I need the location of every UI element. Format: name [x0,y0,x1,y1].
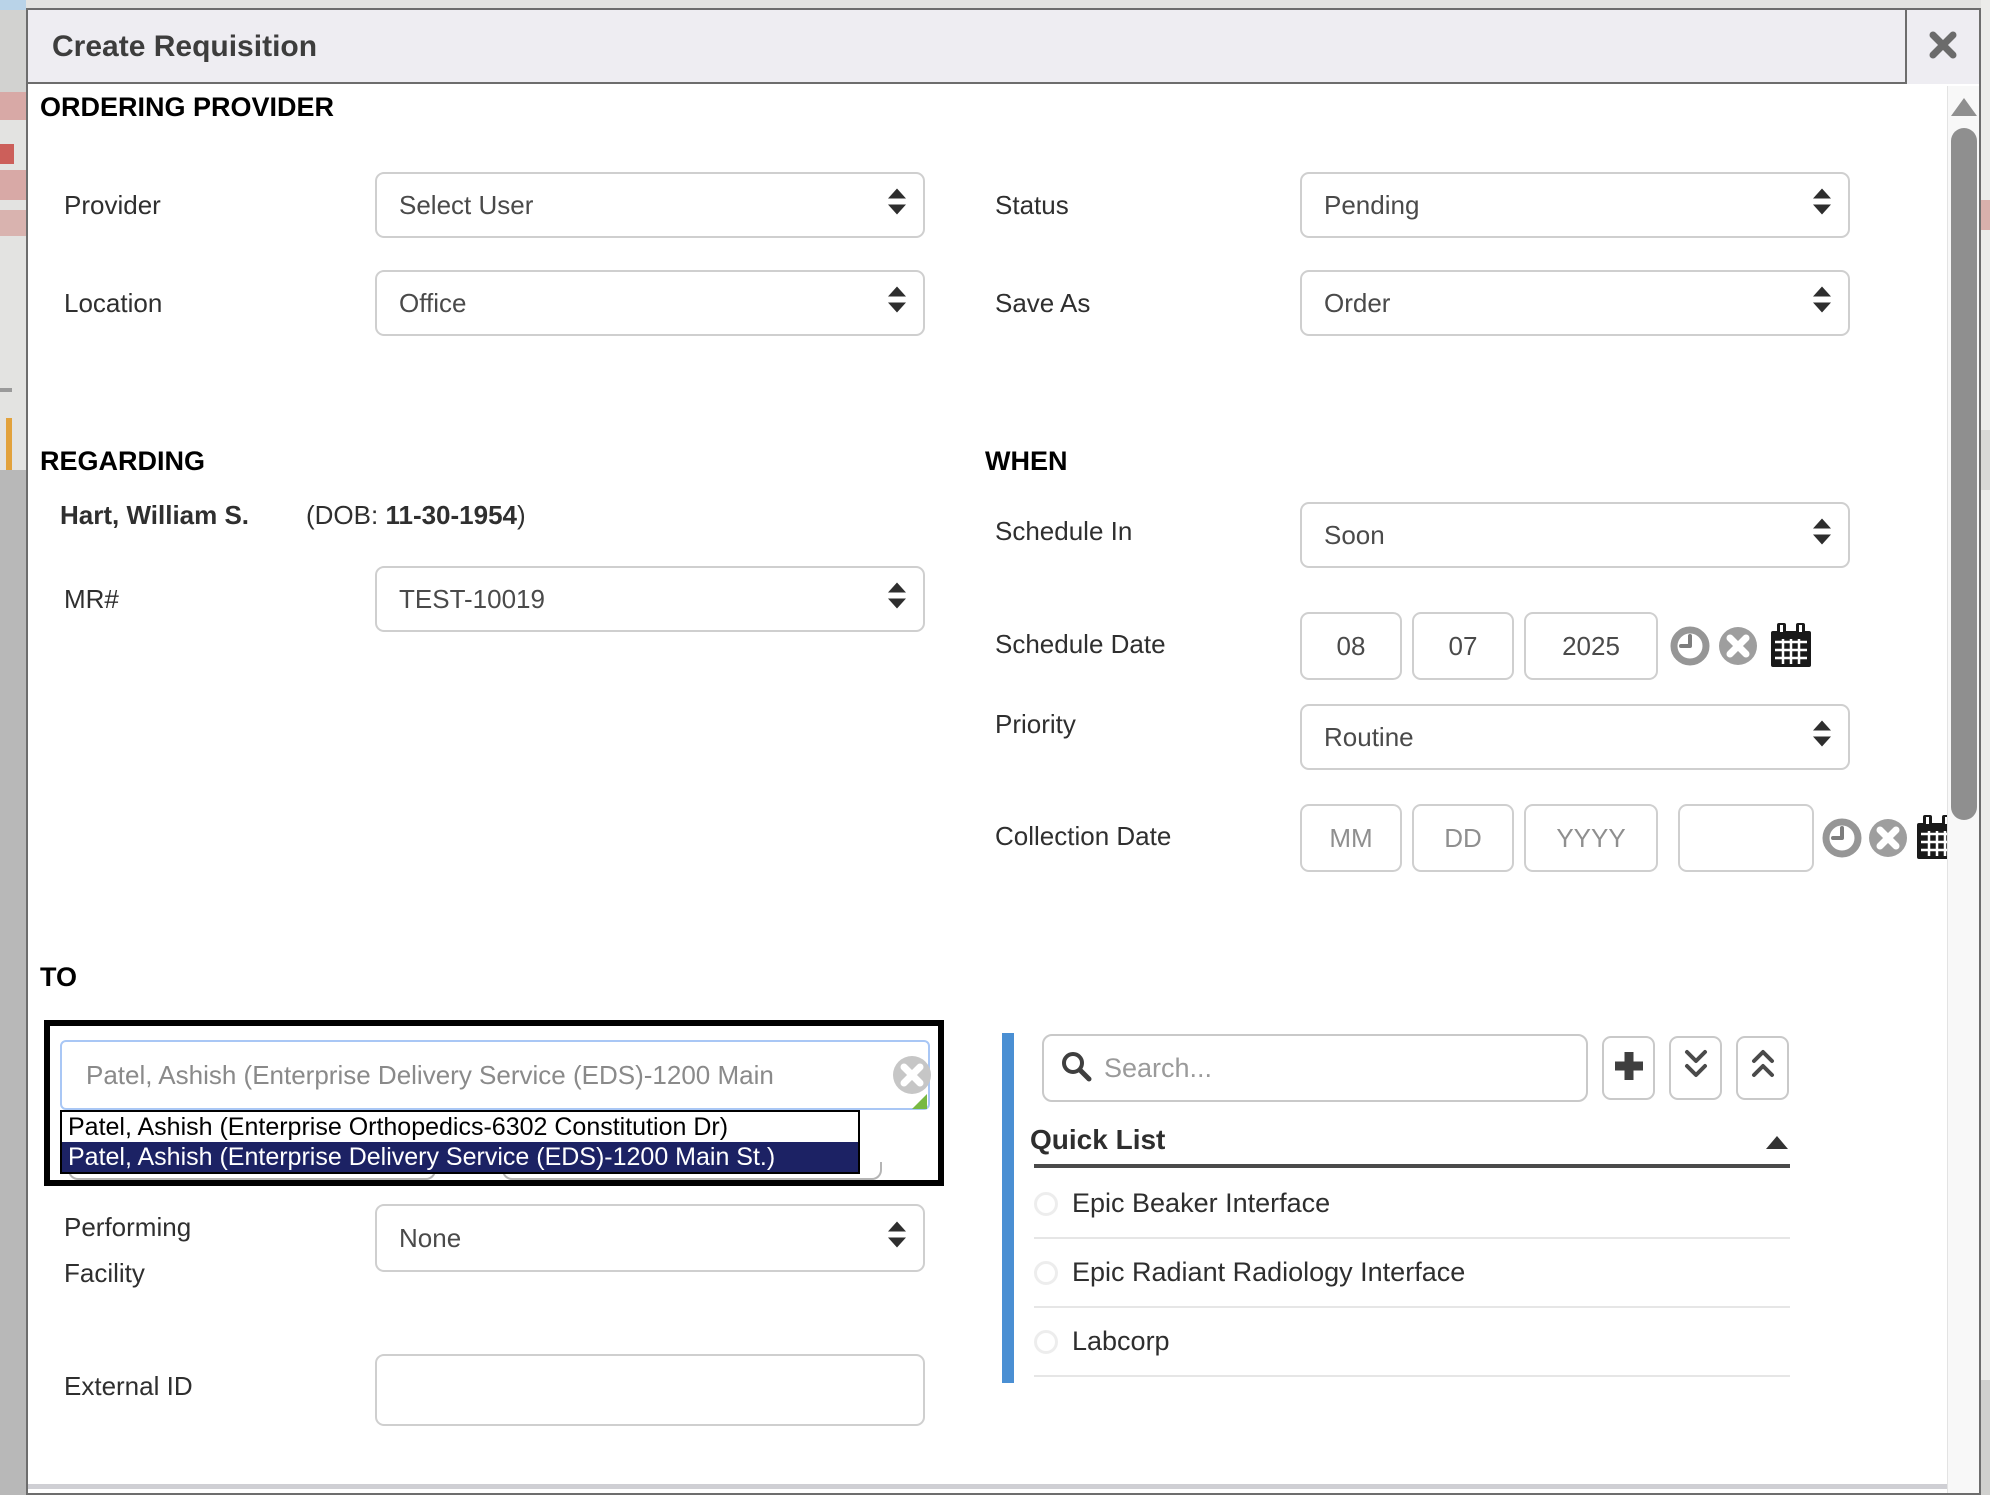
quick-list-item-label: Labcorp [1072,1326,1170,1357]
collection-date-month-input[interactable] [1300,804,1402,872]
external-id-input[interactable] [375,1354,925,1426]
background-page-right-edge [1981,0,1990,1495]
vertical-scrollbar[interactable] [1947,86,1979,1493]
resize-handle-icon[interactable] [912,1094,927,1109]
quick-list-heading: Quick List [1030,1124,1165,1156]
collection-date-label: Collection Date [995,821,1171,852]
directory-search-input[interactable] [1104,1053,1544,1084]
schedule-date-time-icon[interactable] [1670,626,1710,671]
collection-date-year-input[interactable] [1524,804,1658,872]
schedule-date-calendar-icon[interactable] [1768,622,1814,675]
to-heading: TO [40,962,77,993]
bottom-divider [28,1484,1948,1489]
add-recipient-button[interactable] [1602,1036,1655,1100]
schedule-date-label: Schedule Date [995,629,1166,660]
recipient-combobox-focus-frame: Patel, Ashish (Enterprise Orthopedics-63… [44,1020,944,1186]
provider-label: Provider [64,190,161,221]
recipient-option-highlighted[interactable]: Patel, Ashish (Enterprise Delivery Servi… [62,1142,858,1172]
quick-list-underline [1034,1164,1790,1168]
recipient-clear-icon[interactable] [892,1055,932,1095]
directory-search-box [1042,1034,1588,1102]
close-icon [1928,30,1958,65]
schedule-date-month-input[interactable] [1300,612,1402,680]
radio-icon[interactable] [1034,1261,1058,1285]
dialog-title: Create Requisition [52,10,317,84]
mr-label: MR# [64,584,119,615]
recipient-dropdown-list: Patel, Ashish (Enterprise Orthopedics-63… [60,1110,860,1174]
background-page-left-edge [0,0,26,1495]
location-select[interactable]: Office [375,270,925,336]
quick-list-item[interactable]: Epic Radiant Radiology Interface [1034,1239,1790,1306]
select-arrows-icon [1810,286,1834,321]
schedule-date-year-input[interactable] [1524,612,1658,680]
quick-list-item[interactable]: Epic Beaker Interface [1034,1170,1790,1237]
select-arrows-icon [885,1221,909,1256]
select-arrows-icon [1810,518,1834,553]
external-id-label: External ID [64,1371,193,1402]
mr-select[interactable]: TEST-10019 [375,566,925,632]
select-arrows-icon [1810,188,1834,223]
select-arrows-icon [885,188,909,223]
collection-date-day-input[interactable] [1412,804,1514,872]
patient-name: Hart, William S. [60,500,249,531]
quick-list-item-label: Epic Radiant Radiology Interface [1072,1257,1465,1288]
plus-icon [1612,1049,1646,1088]
recipient-option[interactable]: Patel, Ashish (Enterprise Orthopedics-63… [62,1112,858,1142]
mr-select-value: TEST-10019 [399,584,545,615]
regarding-heading: REGARDING [40,446,205,477]
collection-date-time-icon[interactable] [1822,818,1862,863]
provider-select[interactable]: Select User [375,172,925,238]
save-as-select[interactable]: Order [1300,270,1850,336]
dialog-header: Create Requisition [28,10,1979,84]
performing-facility-label-line2: Facility [64,1258,145,1289]
recipient-search-input[interactable] [60,1040,930,1110]
performing-facility-select-value: None [399,1223,461,1254]
provider-select-value: Select User [399,190,533,221]
collection-date-time-input[interactable] [1678,804,1814,872]
collection-date-clear-icon[interactable] [1868,818,1908,863]
performing-facility-label-line1: Performing [64,1212,191,1243]
search-icon [1060,1050,1092,1087]
schedule-date-clear-icon[interactable] [1718,626,1758,671]
priority-select[interactable]: Routine [1300,704,1850,770]
status-select[interactable]: Pending [1300,172,1850,238]
double-chevron-up-icon [1747,1048,1779,1089]
collapse-all-button[interactable] [1736,1036,1789,1100]
save-as-select-value: Order [1324,288,1390,319]
schedule-date-day-input[interactable] [1412,612,1514,680]
radio-icon[interactable] [1034,1192,1058,1216]
performing-facility-select[interactable]: None [375,1204,925,1272]
when-heading: WHEN [985,446,1068,477]
dialog-body: ORDERING PROVIDER Provider Select User L… [28,86,1979,1493]
quick-list-item[interactable]: Labcorp [1034,1308,1790,1375]
location-select-value: Office [399,288,466,319]
save-as-label: Save As [995,288,1090,319]
schedule-in-select-value: Soon [1324,520,1385,551]
location-label: Location [64,288,162,319]
quick-list-collapse-icon[interactable] [1766,1136,1788,1149]
scrollbar-thumb[interactable] [1951,128,1977,820]
close-button[interactable] [1905,10,1979,84]
patient-dob: (DOB: 11-30-1954) [306,500,526,531]
status-label: Status [995,190,1069,221]
double-chevron-down-icon [1680,1048,1712,1089]
schedule-in-select[interactable]: Soon [1300,502,1850,568]
status-select-value: Pending [1324,190,1419,221]
panel-accent-bar [1002,1033,1014,1383]
expand-all-button[interactable] [1669,1036,1722,1100]
ordering-provider-heading: ORDERING PROVIDER [40,92,334,123]
radio-icon[interactable] [1034,1330,1058,1354]
select-arrows-icon [885,286,909,321]
priority-select-value: Routine [1324,722,1414,753]
schedule-in-label: Schedule In [995,516,1132,547]
scroll-up-arrow-icon[interactable] [1951,98,1977,116]
select-arrows-icon [1810,720,1834,755]
priority-label: Priority [995,709,1076,740]
select-arrows-icon [885,582,909,617]
quick-list-item-label: Epic Beaker Interface [1072,1188,1330,1219]
create-requisition-dialog: Create Requisition ORDERING PROVIDER Pro… [26,8,1981,1495]
list-separator [1034,1375,1790,1377]
